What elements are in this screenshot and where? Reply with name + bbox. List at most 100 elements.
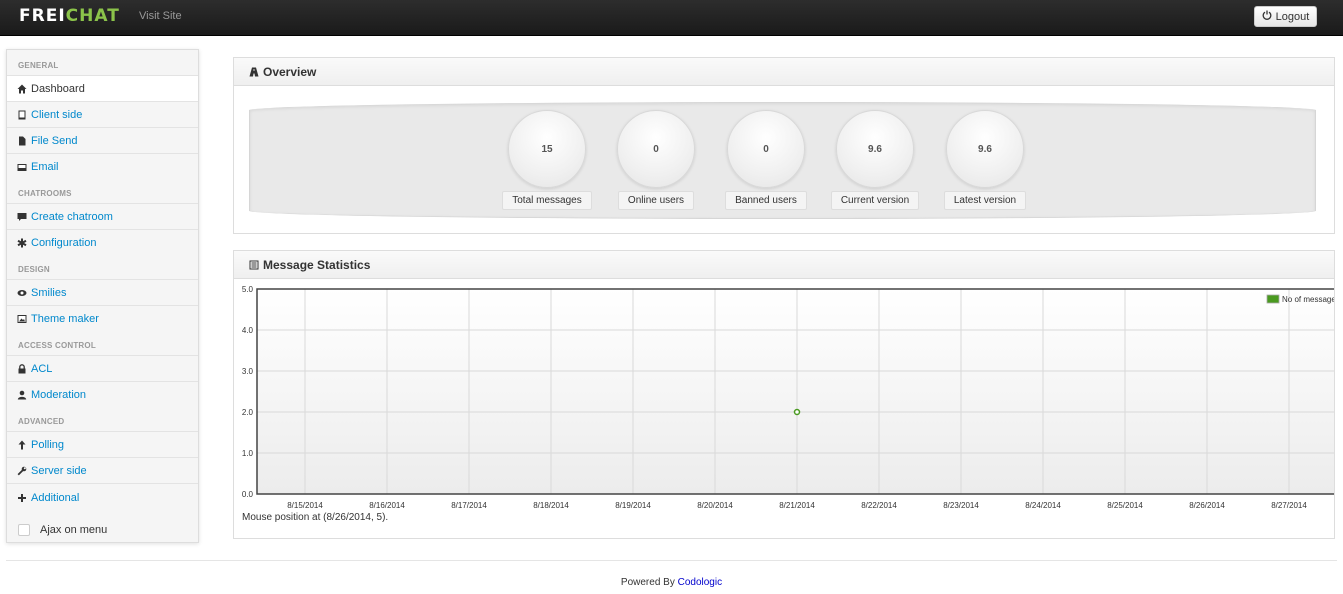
legend-swatch [1266,294,1280,304]
sidebar-item-label: Additional [31,491,80,504]
sidebar-item-email[interactable]: Email [7,153,198,179]
nav-header-access-control: ACCESS CONTROL [18,341,96,350]
arrow-up-icon [17,440,27,450]
sidebar-item-polling[interactable]: Polling [7,431,198,457]
x-tick-label: 8/23/2014 [943,501,979,510]
sidebar-item-create-chatroom[interactable]: Create chatroom [7,203,198,229]
x-tick-label: 8/26/2014 [1189,501,1225,510]
visit-site-link[interactable]: Visit Site [139,10,182,22]
y-tick-label: 3.0 [242,367,254,376]
book-icon [17,110,27,120]
sidebar-item-label: Email [31,160,59,173]
message-statistics-title: Message Statistics [263,257,371,272]
stat-current-version: 9.6 Current version [825,110,925,210]
data-point [793,408,801,416]
sidebar-item-label: Theme maker [31,312,99,325]
footer: Powered By Codologic [0,577,1343,588]
home-icon [17,84,27,94]
ajax-on-menu-toggle[interactable]: Ajax on menu [18,524,107,536]
x-tick-label: 8/15/2014 [287,501,323,510]
mouse-position-readout: Mouse position at (8/26/2014, 5). [242,512,389,523]
stat-value: 0 [617,110,695,188]
sidebar-item-label: Configuration [31,236,97,249]
message-chart[interactable]: 0.0 1.0 2.0 3.0 4.0 5.0 8/15/2014 8/16/2014 8/17… [234,280,1340,512]
logout-label: Logout [1275,10,1310,23]
logo-text-green: CHAT [65,6,120,26]
eye-icon [17,288,27,298]
comment-icon [17,212,27,222]
sidebar-item-theme-maker[interactable]: Theme maker [7,305,198,331]
sidebar-item-client-side[interactable]: Client side [7,101,198,127]
stat-value: 9.6 [836,110,914,188]
y-tick-label: 1.0 [242,449,254,458]
message-statistics-panel: Message Statistics 0.0 1.0 2.0 3.0 4.0 5.0 8/1… [233,250,1340,539]
x-tick-label: 8/20/2014 [697,501,733,510]
footer-prefix: Powered By [620,577,678,588]
stat-label: Current version [830,191,920,210]
y-tick-label: 0.0 [242,490,254,499]
nav-header-general: GENERAL [18,61,59,70]
ajax-checkbox[interactable] [18,524,30,536]
picture-icon [17,314,27,324]
file-icon [17,136,27,146]
sidebar-item-label: Polling [31,438,65,451]
sidebar-item-server-side[interactable]: Server side [7,457,198,483]
ajax-label: Ajax on menu [40,524,108,536]
overview-header: Overview [234,58,1334,86]
user-icon [17,390,27,400]
legend-label: No of messages [1282,295,1334,304]
y-tick-label: 2.0 [242,408,254,417]
x-tick-label: 8/24/2014 [1025,501,1061,510]
y-tick-label: 4.0 [242,326,254,335]
x-tick-label: 8/22/2014 [861,501,897,510]
x-tick-label: 8/25/2014 [1107,501,1143,510]
asterisk-icon [17,238,27,248]
inbox-icon [17,162,27,172]
sidebar-item-label: Smilies [31,286,67,299]
sidebar-item-label: Moderation [31,388,87,401]
sidebar-item-label: Client side [31,108,83,121]
plus-icon [17,493,27,503]
logout-button[interactable]: Logout [1254,6,1317,27]
sidebar-item-dashboard[interactable]: Dashboard [7,75,198,101]
sidebar-item-configuration[interactable]: Configuration [7,229,198,255]
stat-label: Latest version [943,191,1027,210]
stat-label: Banned users [725,191,807,210]
sidebar-item-file-send[interactable]: File Send [7,127,198,153]
lock-icon [17,363,27,374]
road-icon [249,67,259,76]
stat-latest-version: 9.6 Latest version [935,110,1035,210]
message-chart-area[interactable]: 0.0 1.0 2.0 3.0 4.0 5.0 8/15/2014 8/16/2014 8/17… [234,280,1340,515]
sidebar-item-additional[interactable]: Additional [7,483,198,511]
sidebar-item-label: Create chatroom [31,210,113,223]
stat-value: 9.6 [946,110,1024,188]
stat-online-users: 0 Online users [606,110,706,210]
nav-header-chatrooms: CHATROOMS [18,189,72,198]
sidebar-item-moderation[interactable]: Moderation [7,381,198,407]
plot-background [257,289,1337,494]
footer-divider [6,560,1337,561]
top-navbar: FREICHAT Visit Site Logout [0,0,1343,36]
power-icon [1262,10,1272,23]
sidebar-item-label: Dashboard [31,82,85,95]
sidebar-item-acl[interactable]: ACL [7,355,198,381]
y-tick-label: 5.0 [242,285,254,294]
sidebar-item-smilies[interactable]: Smilies [7,279,198,305]
freichat-logo[interactable]: FREICHAT [19,5,120,29]
x-tick-label: 8/19/2014 [615,501,651,510]
sidebar-nav: GENERAL Dashboard Client side File Send … [6,49,199,543]
x-tick-label: 8/18/2014 [533,501,569,510]
stat-banned-users: 0 Banned users [716,110,816,210]
sidebar-item-label: Server side [31,464,87,477]
overview-title: Overview [263,64,317,79]
codologic-link[interactable]: Codologic [678,577,722,588]
list-alt-icon [249,260,259,269]
stat-label: Online users [617,191,695,210]
x-tick-label: 8/16/2014 [369,501,405,510]
overview-panel: Overview 15 Total messages 0 Online user… [233,57,1335,234]
wrench-icon [17,466,27,476]
stat-value: 0 [727,110,805,188]
stat-value: 15 [508,110,586,188]
sidebar-item-label: ACL [31,362,53,375]
message-statistics-header: Message Statistics [234,251,1334,279]
